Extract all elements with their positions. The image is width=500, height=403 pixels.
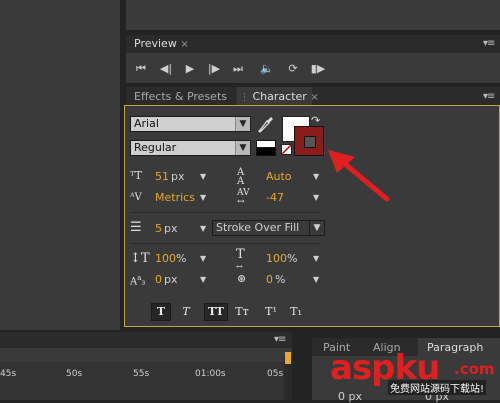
chevron-down-icon[interactable]: ▼ — [200, 275, 206, 284]
horizontal-scale-unit: % — [287, 252, 298, 265]
chevron-down-icon[interactable]: ▼ — [313, 193, 319, 202]
timeline-ruler — [0, 362, 284, 400]
baseline-shift-value[interactable]: 0 — [155, 273, 162, 286]
all-caps-button[interactable]: TT — [204, 303, 228, 321]
tab-character[interactable]: ⋮ Character × — [240, 90, 319, 103]
kerning-icon: ᴬV — [130, 192, 142, 203]
chevron-down-icon[interactable]: ▼ — [200, 172, 206, 181]
kerning-value[interactable]: Metrics — [155, 191, 195, 204]
chevron-down-icon: ▼ — [309, 221, 324, 235]
stroke-width-icon: ☰ — [130, 220, 142, 235]
vertical-scale-value[interactable]: 100 — [155, 252, 176, 265]
small-caps-button[interactable]: Tᴛ — [233, 304, 251, 320]
chevron-down-icon[interactable]: ▼ — [313, 275, 319, 284]
chevron-down-icon[interactable]: ▼ — [313, 172, 319, 181]
tick-label: 45s — [0, 369, 17, 379]
tick-label: 50s — [66, 369, 83, 379]
chevron-down-icon[interactable]: ▼ — [200, 193, 206, 202]
divider — [130, 212, 320, 213]
eyedropper-icon[interactable] — [258, 116, 274, 134]
tsume-value[interactable]: 0 — [266, 273, 273, 286]
tracking-value[interactable]: -47 — [266, 191, 284, 204]
watermark-tagline: 免费网站源码下载站! — [388, 380, 487, 395]
faux-bold-button[interactable]: T — [151, 303, 171, 321]
close-icon[interactable]: × — [180, 39, 188, 50]
annotation-arrow — [328, 150, 390, 202]
leading-icon: AA — [237, 167, 245, 187]
last-frame-icon[interactable]: ⏭ — [229, 61, 247, 77]
stroke-width-value[interactable]: 5 — [155, 222, 162, 235]
font-style-value: Regular — [134, 141, 177, 154]
tracking-icon: AV ↔ — [237, 188, 250, 207]
baseline-shift-unit: px — [164, 273, 178, 286]
leading-value[interactable]: Auto — [266, 170, 292, 183]
tsume-unit: % — [275, 273, 286, 286]
vertical-scale-icon: ↕T — [130, 251, 150, 266]
chevron-down-icon[interactable]: ▼ — [313, 254, 319, 263]
divider — [130, 243, 320, 244]
chevron-down-icon[interactable]: ▼ — [200, 224, 206, 233]
stroke-mode-value: Stroke Over Fill — [216, 221, 300, 234]
panel-menu-icon[interactable]: ▾≡ — [274, 334, 286, 345]
font-style-dropdown[interactable]: Regular ▼ — [130, 140, 251, 156]
baseline-shift-icon: Aa₃ — [130, 274, 146, 288]
tab-preview-label: Preview — [134, 37, 177, 50]
font-size-value[interactable]: 51 — [155, 170, 169, 183]
first-frame-icon[interactable]: ⏮ — [132, 61, 150, 77]
close-icon[interactable]: × — [310, 92, 318, 103]
font-size-icon: ᵀT — [130, 169, 142, 182]
timeline-tabbar — [0, 332, 292, 348]
play-icon[interactable]: ▶ — [181, 61, 199, 77]
stroke-width-unit: px — [164, 222, 178, 235]
grip-icon: ⋮ — [240, 93, 249, 103]
chevron-down-icon[interactable]: ▼ — [200, 254, 206, 263]
faux-italic-button[interactable]: T — [177, 304, 195, 320]
font-family-dropdown[interactable]: Arial ▼ — [130, 116, 251, 132]
horizontal-scale-icon: T ↔ — [236, 247, 245, 271]
tick-label: 05s — [267, 369, 284, 379]
previous-frame-icon[interactable]: ◀| — [157, 61, 175, 77]
no-color-icon[interactable] — [281, 144, 292, 155]
loop-icon[interactable]: ⟳ — [284, 61, 302, 77]
tick-label: 01:00s — [195, 369, 226, 379]
current-time-indicator[interactable] — [285, 352, 291, 364]
stroke-color-swatch[interactable] — [294, 126, 324, 156]
tab-preview[interactable]: Preview × — [134, 37, 189, 50]
tick-label: 55s — [133, 369, 150, 379]
black-swatch[interactable] — [256, 147, 276, 156]
font-family-value: Arial — [134, 117, 159, 130]
top-left-panel — [0, 0, 120, 330]
ram-preview-icon[interactable]: ▮▶ — [309, 61, 327, 77]
chevron-down-icon: ▼ — [235, 141, 250, 155]
chevron-down-icon: ▼ — [235, 117, 250, 131]
tab-effects-presets[interactable]: Effects & Presets — [134, 90, 227, 103]
panel-menu-icon[interactable]: ▾≡ — [483, 91, 495, 102]
stroke-mode-dropdown[interactable]: Stroke Over Fill ▼ — [212, 220, 325, 236]
vertical-scale-unit: % — [176, 252, 187, 265]
watermark-tld: .com — [454, 360, 495, 378]
panel-menu-icon[interactable]: ▾≡ — [483, 38, 495, 49]
swap-colors-icon[interactable]: ↷ — [311, 114, 320, 127]
top-right-panel — [126, 0, 500, 30]
font-size-unit: px — [171, 170, 185, 183]
watermark-logo: aspku .com 免费网站源码下载站! — [330, 348, 500, 398]
audio-icon[interactable]: 🔈 — [258, 61, 276, 77]
next-frame-icon[interactable]: |▶ — [205, 61, 223, 77]
tab-character-label: Character — [252, 90, 307, 103]
stroke-color-inner — [304, 136, 316, 148]
tsume-icon: ⊛ — [237, 272, 247, 285]
horizontal-scale-value[interactable]: 100 — [266, 252, 287, 265]
superscript-button[interactable]: T¹ — [262, 304, 280, 320]
tab-effects-presets-label: Effects & Presets — [134, 90, 227, 103]
subscript-button[interactable]: T₁ — [287, 304, 305, 320]
